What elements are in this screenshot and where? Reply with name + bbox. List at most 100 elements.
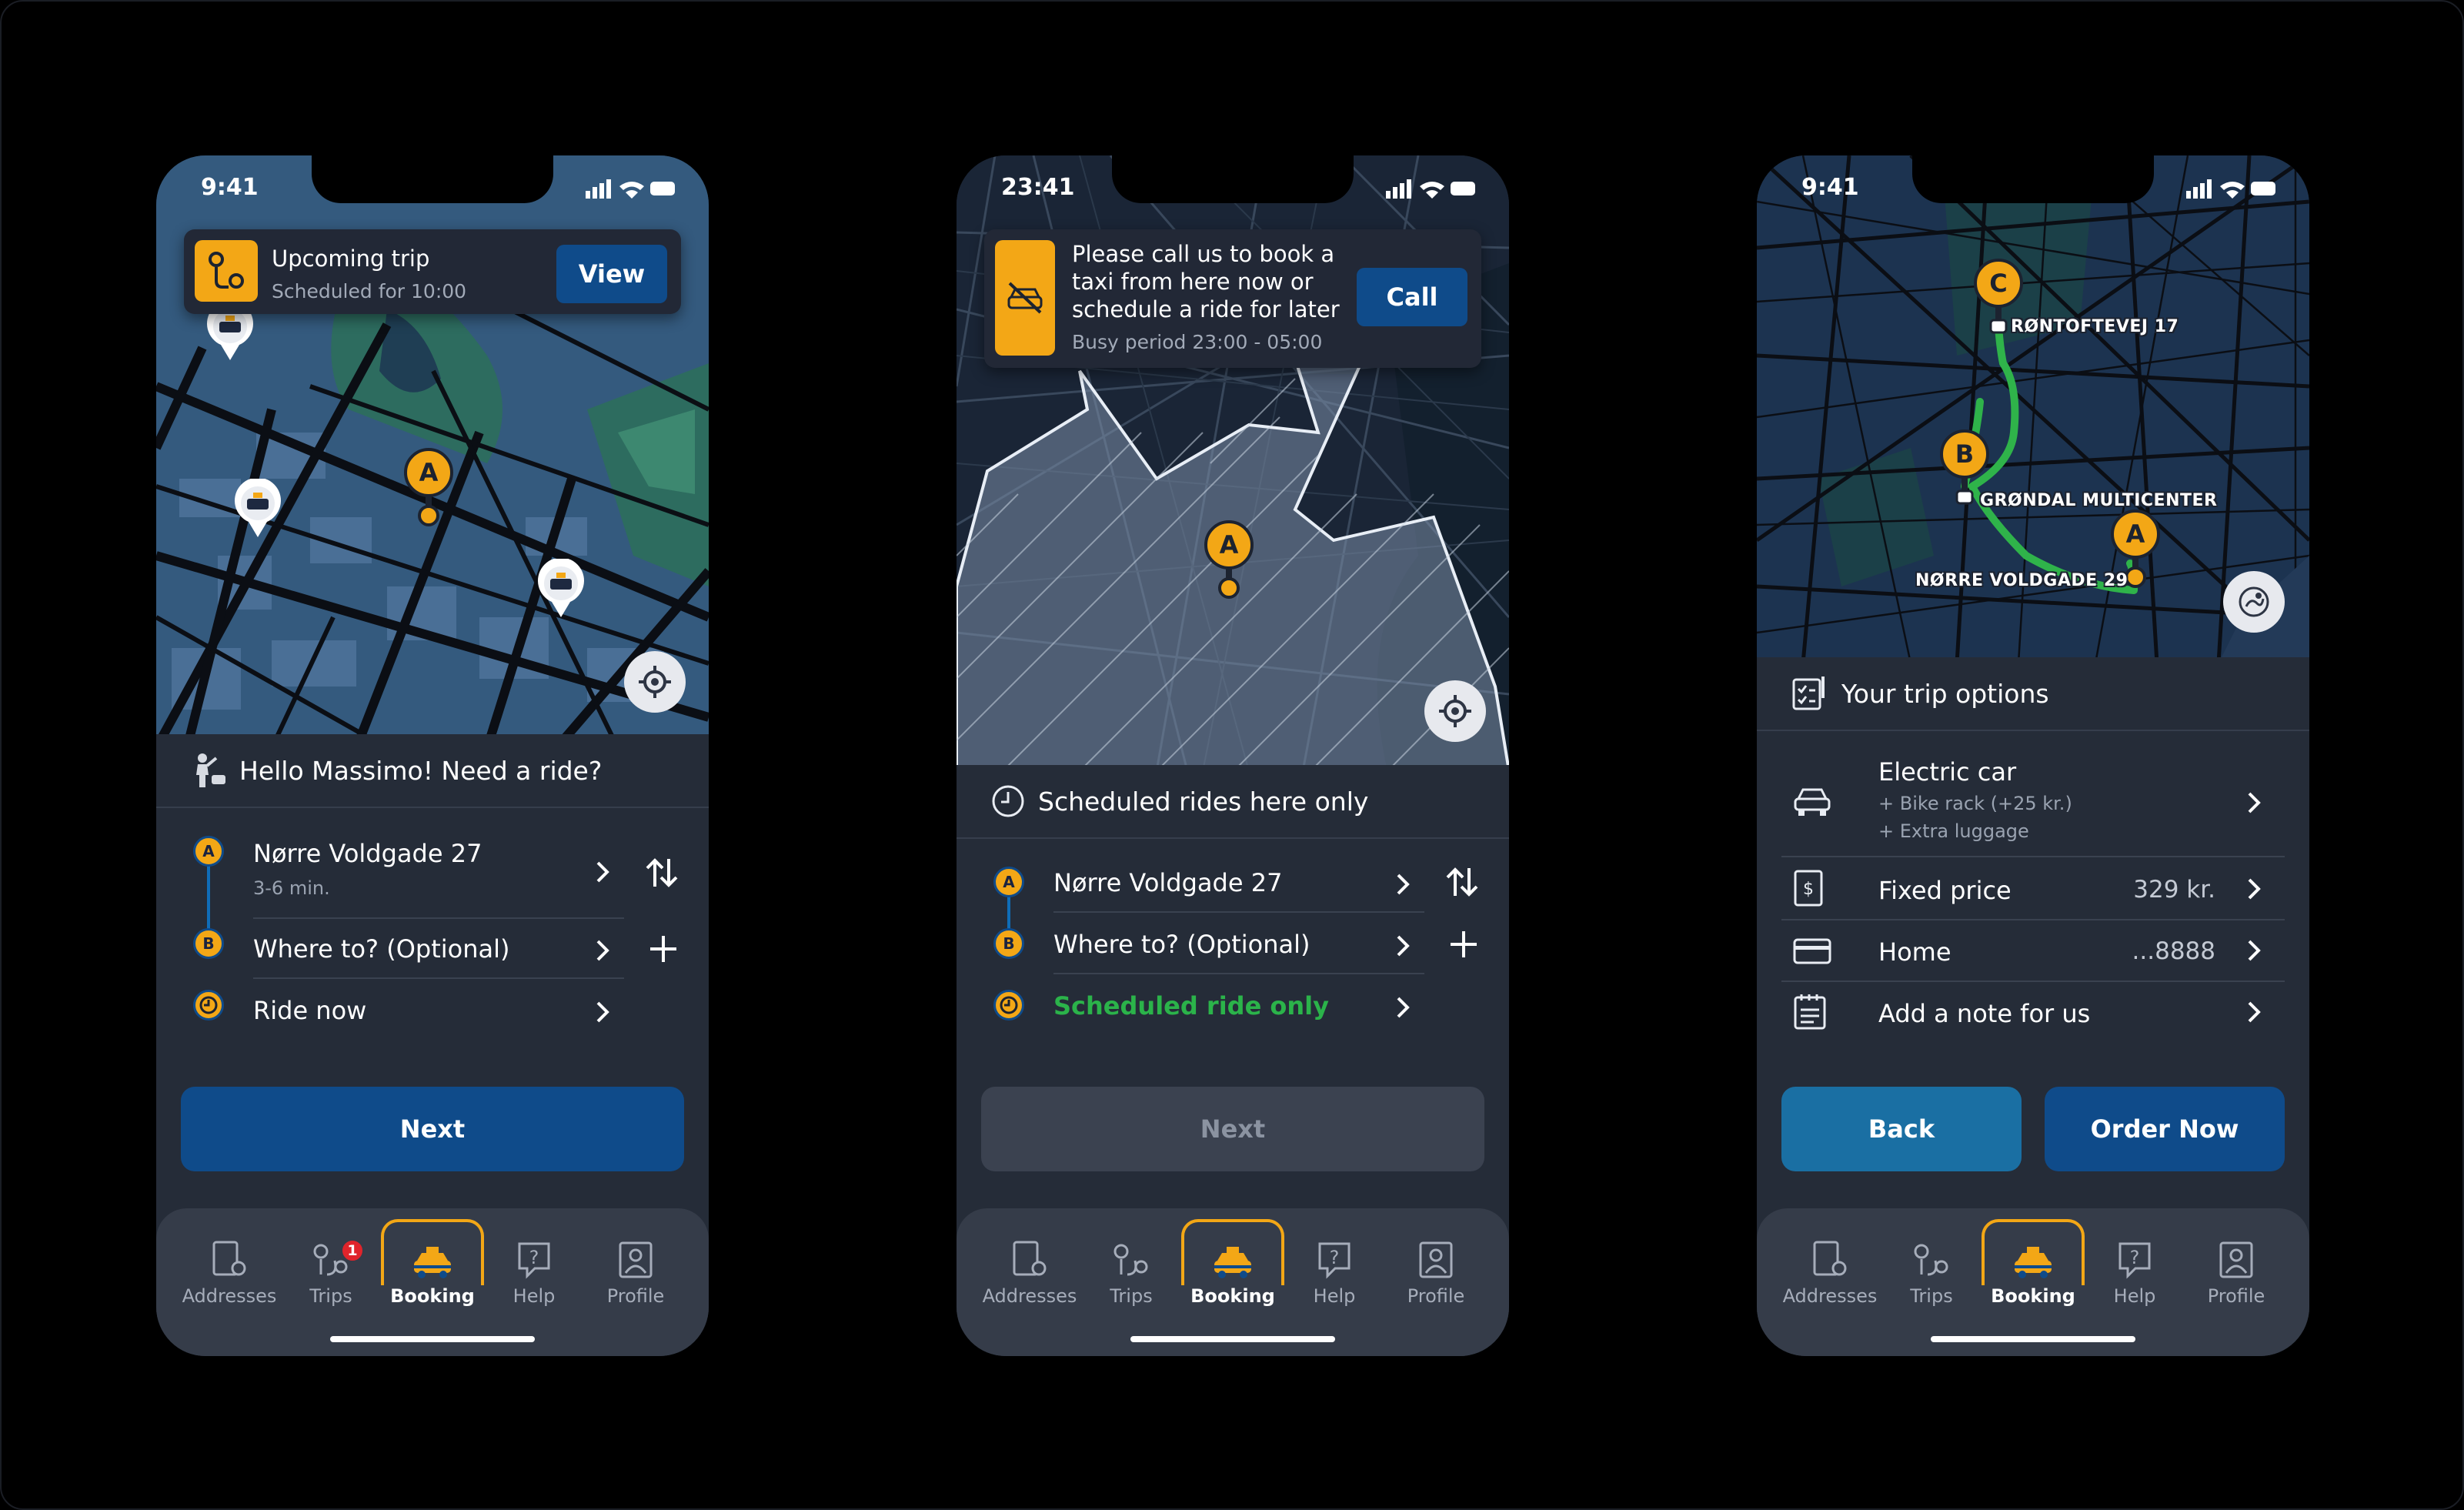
crosshair-icon — [1439, 695, 1471, 727]
price-value: 329 kr. — [2133, 876, 2215, 904]
tab-label: Help — [512, 1285, 556, 1307]
add-stop-icon[interactable] — [1449, 930, 1478, 959]
pickup-eta: 3-6 min. — [253, 877, 330, 899]
tab-bar: Addresses 1 Trips Booking ? Help Profile — [156, 1208, 709, 1356]
upcoming-trip-banner[interactable]: Upcoming trip Scheduled for 10:00 View — [184, 229, 681, 314]
next-button[interactable]: Next — [181, 1087, 684, 1171]
tab-label: Trips — [309, 1285, 352, 1307]
destination-row[interactable]: Where to? (Optional) — [1053, 914, 1424, 974]
notch — [1112, 155, 1354, 203]
note-label: Add a note for us — [1878, 999, 2091, 1028]
car-icon — [1794, 788, 1831, 816]
active-tab-indicator — [1982, 1219, 2085, 1285]
pickup-address: Nørre Voldgade 27 — [1053, 868, 1283, 897]
crosshair-icon — [639, 666, 671, 698]
svg-text:A: A — [419, 458, 439, 487]
panel-header: Your trip options — [1757, 657, 2309, 731]
tab-help[interactable]: ? Help — [484, 1230, 584, 1307]
tab-help[interactable]: ? Help — [1284, 1230, 1384, 1307]
notch — [1912, 155, 2154, 203]
tab-addresses[interactable]: Addresses — [980, 1230, 1080, 1307]
screens-canvas: A 9:41 Upcoming trip Scheduled for 10:00… — [0, 0, 2464, 1510]
payment-card-suffix: ...8888 — [2132, 937, 2215, 965]
pickup-row[interactable]: Nørre Voldgade 27 — [1053, 853, 1424, 913]
status-icons — [1386, 179, 1475, 199]
tab-label: Addresses — [1782, 1285, 1878, 1307]
locate-me-button[interactable] — [1424, 680, 1486, 742]
when-row[interactable]: Scheduled ride only — [1053, 976, 1424, 1036]
trips-badge: 1 — [341, 1239, 364, 1262]
tab-help[interactable]: ? Help — [2085, 1230, 2185, 1307]
clock-icon — [993, 990, 1024, 1021]
no-taxi-icon — [995, 240, 1055, 356]
chevron-right-icon — [596, 940, 609, 961]
chevron-right-icon — [2248, 878, 2261, 900]
status-icons — [586, 179, 675, 199]
payment-label: Home — [1878, 937, 1952, 967]
chevron-right-icon — [596, 861, 609, 883]
taxi-pin-icon[interactable] — [536, 559, 586, 620]
pickup-pin-icon[interactable]: A — [1203, 519, 1255, 599]
panel-header: Hello Massimo! Need a ride? — [156, 734, 709, 808]
destination-marker: B — [193, 928, 224, 959]
next-button[interactable]: Next — [981, 1087, 1484, 1171]
pickup-address: Nørre Voldgade 27 — [253, 839, 482, 868]
tab-booking[interactable]: Booking — [381, 1219, 484, 1307]
order-now-button[interactable]: Order Now — [2045, 1087, 2285, 1171]
recenter-route-button[interactable] — [2223, 571, 2285, 633]
add-stop-icon[interactable] — [649, 934, 678, 964]
pickup-pin-icon[interactable]: A — [402, 446, 455, 526]
profile-icon — [2219, 1241, 2253, 1278]
when-row[interactable]: Ride now — [253, 980, 624, 1041]
tab-addresses[interactable]: Addresses — [179, 1230, 279, 1307]
stop-b-label: GRØNDAL MULTICENTER — [1980, 491, 2218, 510]
pickup-row[interactable]: Nørre Voldgade 27 3-6 min. — [253, 823, 624, 919]
view-button[interactable]: View — [556, 245, 667, 303]
destination-row[interactable]: Where to? (Optional) — [253, 919, 624, 979]
tab-booking[interactable]: Booking — [1181, 1219, 1284, 1307]
tab-profile[interactable]: Profile — [2186, 1230, 2286, 1307]
tab-label: Help — [2113, 1285, 2156, 1307]
tab-profile[interactable]: Profile — [1386, 1230, 1486, 1307]
trips-icon — [1914, 1244, 1948, 1276]
tab-trips[interactable]: 1 Trips — [281, 1230, 381, 1307]
status-icons — [2186, 179, 2275, 199]
route-icon — [195, 240, 258, 302]
profile-icon — [1419, 1241, 1453, 1278]
taxi-pin-icon[interactable] — [233, 479, 282, 540]
tab-trips[interactable]: Trips — [1081, 1230, 1181, 1307]
tab-label: Trips — [1110, 1285, 1153, 1307]
home-indicator — [330, 1336, 535, 1342]
locate-me-button[interactable] — [624, 651, 686, 713]
note-row[interactable]: Add a note for us — [1781, 982, 2285, 1044]
clock-outline-icon — [992, 785, 1024, 817]
phone-booking-night: A 23:41 Please call us to book a taxi fr… — [957, 155, 1509, 1356]
tab-booking[interactable]: Booking — [1982, 1219, 2085, 1307]
swap-icon[interactable] — [646, 856, 678, 890]
route-map[interactable]: C B A RØNTOFTEVEJ 17 GRØNDAL MULTICENTER… — [1757, 155, 2309, 663]
back-button[interactable]: Back — [1781, 1087, 2022, 1171]
tab-label: Booking — [1190, 1285, 1275, 1307]
busy-period-banner[interactable]: Please call us to book a taxi from here … — [984, 229, 1481, 368]
destination-placeholder: Where to? (Optional) — [253, 934, 510, 964]
ride-time: Ride now — [253, 996, 367, 1025]
vehicle-option-row[interactable]: Electric car + Bike rack (+25 kr.) + Ext… — [1781, 753, 2285, 857]
phone-booking-day: A 9:41 Upcoming trip Scheduled for 10:00… — [156, 155, 709, 1356]
help-icon: ? — [2118, 1242, 2151, 1279]
swap-icon[interactable] — [1446, 865, 1478, 899]
home-indicator — [1130, 1336, 1335, 1342]
banner-title: Please call us to book a taxi from here … — [1072, 241, 1340, 322]
profile-icon — [619, 1241, 653, 1278]
tab-bar: Addresses Trips Booking ? Help Profile — [1757, 1208, 2309, 1356]
tab-trips[interactable]: Trips — [1881, 1230, 1982, 1307]
marker-letter: C — [1989, 269, 2007, 298]
tab-addresses[interactable]: Addresses — [1780, 1230, 1880, 1307]
price-row[interactable]: $ Fixed price 329 kr. — [1781, 859, 2285, 920]
phone-trip-options: C B A RØNTOFTEVEJ 17 GRØNDAL MULTICENTER… — [1757, 155, 2309, 1356]
credit-card-icon — [1793, 938, 1831, 964]
call-button[interactable]: Call — [1357, 268, 1467, 326]
payment-row[interactable]: Home ...8888 — [1781, 920, 2285, 982]
tab-profile[interactable]: Profile — [586, 1230, 686, 1307]
checklist-icon — [1792, 676, 1825, 710]
status-time: 23:41 — [1001, 174, 1075, 201]
